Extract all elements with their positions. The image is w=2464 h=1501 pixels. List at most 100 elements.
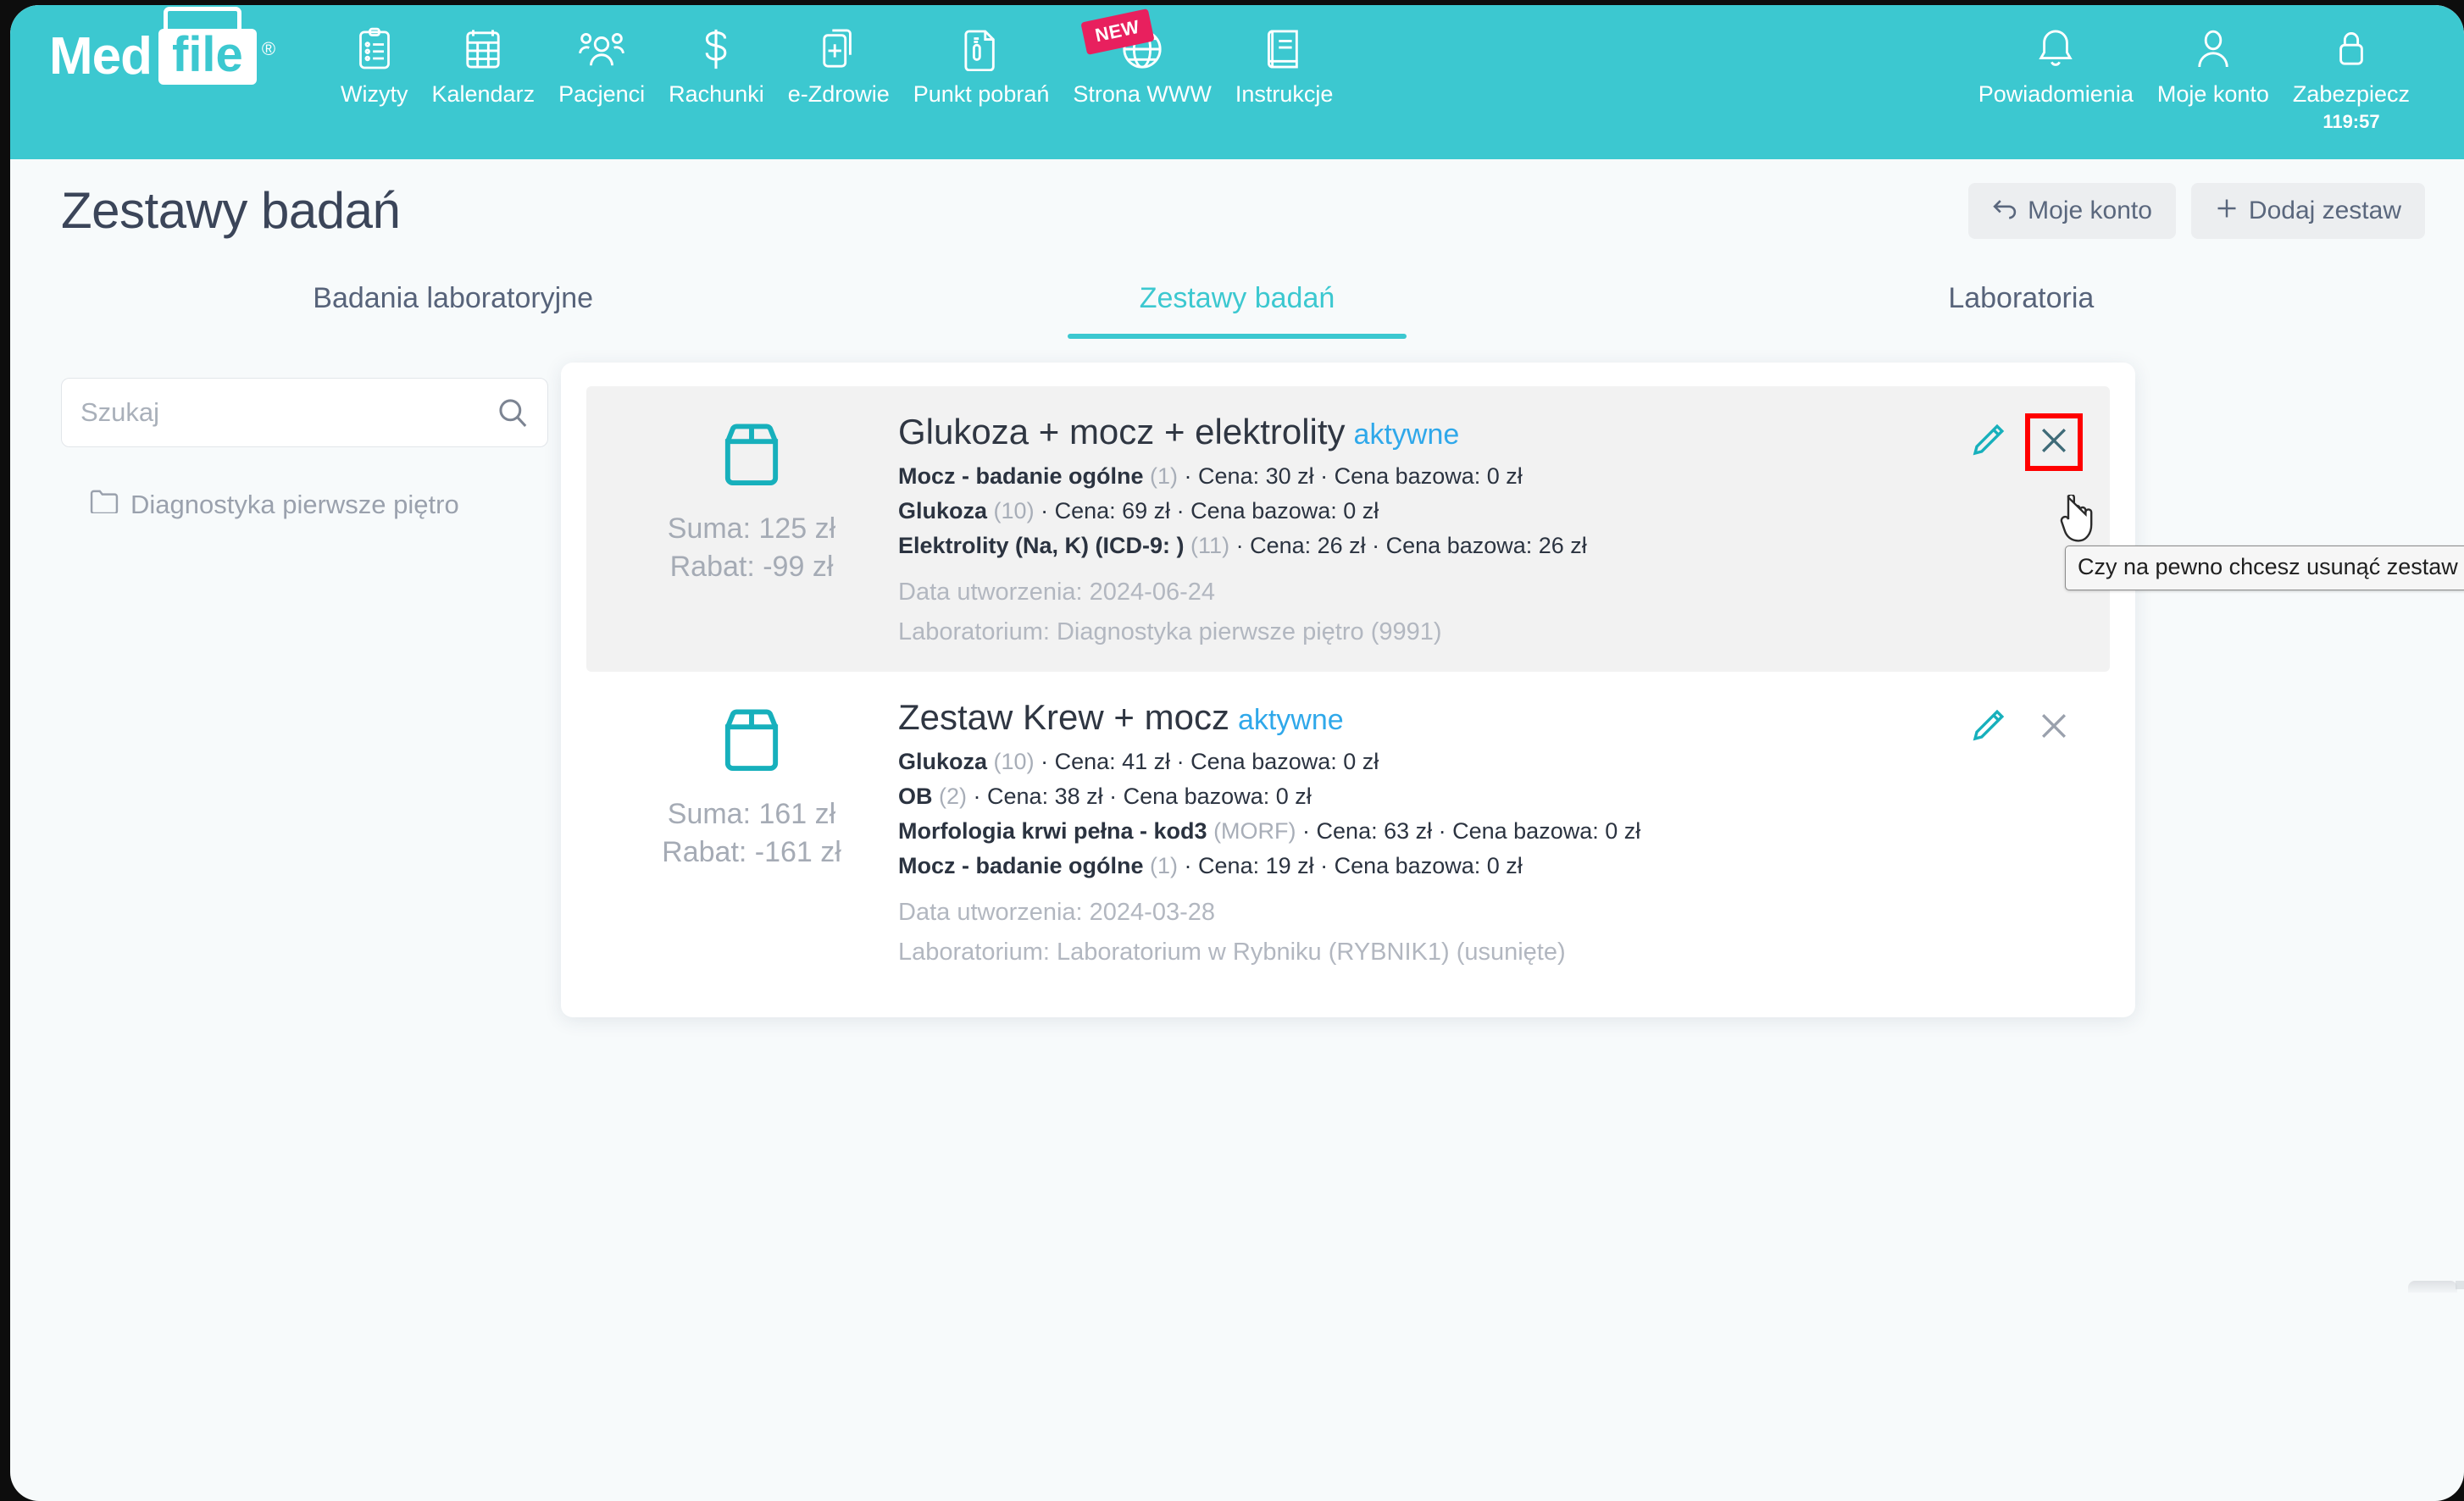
package-box-icon — [719, 706, 785, 778]
nav-label: Instrukcje — [1235, 81, 1334, 107]
bottom-right-edge-artifact — [2456, 1281, 2464, 1289]
nav-label: Zabezpiecz — [2292, 81, 2410, 107]
set-row[interactable]: Suma: 125 zł Rabat: -99 zł Glukoza + moc… — [586, 386, 2110, 673]
test-code: (2) — [939, 784, 968, 810]
nav-item-e-zdrowie[interactable]: e-Zdrowie — [776, 19, 902, 108]
test-code: (10) — [993, 749, 1035, 775]
nav-item-wizyty[interactable]: Wizyty — [329, 19, 419, 108]
nav-label: e-Zdrowie — [787, 81, 890, 107]
status-badge: aktywne — [1353, 418, 1460, 451]
primary-nav: Wizyty Kalendarz Pacjenci Rachunki e-Zdr… — [329, 8, 1346, 108]
bottom-right-widget-artifact — [2408, 1281, 2457, 1293]
page-title-bar: Zestawy badań Moje konto Dodaj zestaw — [10, 159, 2464, 248]
nav-label: Kalendarz — [431, 81, 536, 107]
edit-set-button[interactable] — [1962, 702, 2013, 753]
folder-icon — [90, 490, 119, 520]
edit-set-button[interactable] — [1962, 417, 2013, 468]
search-icon[interactable] — [497, 396, 529, 429]
sidebar-folder-diagnostyka[interactable]: Diagnostyka pierwsze piętro — [90, 490, 552, 520]
close-x-icon — [2035, 707, 2073, 749]
set-summary: Suma: 125 zł Rabat: -99 zł — [612, 412, 891, 646]
set-title-row: Glukoza + mocz + elektrolity aktywne — [898, 412, 1962, 452]
test-line: Mocz - badanie ogólne (1) · Cena: 30 zł … — [898, 459, 1962, 494]
set-summary: Suma: 161 zł Rabat: -161 zł — [612, 697, 891, 967]
test-price: · Cena: 30 zł · Cena bazowa: 0 zł — [1184, 463, 1523, 489]
test-name: Glukoza — [898, 498, 988, 524]
delete-set-button[interactable] — [2025, 413, 2083, 471]
my-account-button-label: Moje konto — [2028, 196, 2152, 224]
calendar-icon — [463, 25, 502, 73]
tab-laboratoria[interactable]: Laboratoria — [1629, 270, 2413, 339]
set-laboratory: Laboratorium: Laboratorium w Rybniku (RY… — [898, 939, 1566, 967]
nav-item-zabezpiecz[interactable]: Zabezpiecz 119:57 — [2281, 19, 2422, 133]
nav-label: Strona WWW — [1073, 81, 1212, 107]
add-set-button-label: Dodaj zestaw — [2248, 196, 2401, 224]
sidebar: Diagnostyka pierwsze piętro — [10, 351, 552, 1017]
test-tube-document-icon — [963, 25, 999, 73]
set-details: Zestaw Krew + mocz aktywne Glukoza (10) ·… — [891, 697, 1962, 967]
brand-logo[interactable]: Med file ® — [49, 7, 329, 85]
nav-item-pacjenci[interactable]: Pacjenci — [547, 19, 657, 108]
plus-icon — [2215, 197, 2239, 225]
brand-registered-mark: ® — [261, 38, 276, 59]
test-name: Glukoza — [898, 749, 988, 775]
test-line: Morfologia krwi pełna - kod3 (MORF) · Ce… — [898, 814, 1962, 849]
test-code: (11) — [1190, 533, 1230, 559]
test-price: · Cena: 19 zł · Cena bazowa: 0 zł — [1184, 853, 1523, 879]
sets-panel: Suma: 125 zł Rabat: -99 zł Glukoza + moc… — [561, 363, 2135, 1018]
close-x-icon — [2035, 422, 2073, 463]
set-discount: Rabat: -99 zł — [669, 551, 834, 583]
test-line: OB (2) · Cena: 38 zł · Cena bazowa: 0 zł — [898, 779, 1962, 814]
user-icon — [2195, 25, 2232, 73]
page-actions: Moje konto Dodaj zestaw — [1968, 182, 2425, 239]
search-input[interactable] — [62, 379, 547, 446]
test-price: · Cena: 69 zł · Cena bazowa: 0 zł — [1041, 498, 1379, 524]
set-actions — [1962, 412, 2083, 646]
page-body: Diagnostyka pierwsze piętro Suma: 125 zł… — [10, 339, 2464, 1018]
test-name: Mocz - badanie ogólne — [898, 463, 1144, 489]
test-name: Morfologia krwi pełna - kod3 — [898, 818, 1207, 845]
package-box-icon — [719, 420, 785, 492]
test-price: · Cena: 41 zł · Cena bazowa: 0 zł — [1041, 749, 1379, 775]
nav-label: Moje konto — [2156, 81, 2269, 107]
delete-confirm-tooltip: Czy na pewno chcesz usunąć zestaw badań? — [2065, 546, 2464, 590]
test-line: Glukoza (10) · Cena: 69 zł · Cena bazowa… — [898, 494, 1962, 529]
test-name: Elektrolity (Na, K) (ICD-9: ) — [898, 533, 1185, 559]
nav-item-instrukcje[interactable]: Instrukcje — [1224, 19, 1346, 108]
lock-icon — [2334, 25, 2369, 73]
tab-bar: Badania laboratoryjne Zestawy badań Labo… — [61, 248, 2413, 339]
nav-item-punkt-pobran[interactable]: Punkt pobrań — [902, 19, 1062, 108]
test-price: · Cena: 26 zł · Cena bazowa: 26 zł — [1235, 533, 1587, 559]
nav-label: Powiadomienia — [1978, 81, 2134, 107]
pencil-icon — [1967, 420, 2008, 465]
test-name: OB — [898, 784, 933, 810]
nav-item-rachunki[interactable]: Rachunki — [657, 19, 776, 108]
my-account-button[interactable]: Moje konto — [1968, 182, 2176, 239]
secondary-nav: Powiadomienia Moje konto Zabezpiecz 119:… — [1967, 19, 2422, 133]
set-created-date: Data utworzenia: 2024-03-28 — [898, 899, 1216, 927]
set-laboratory: Laboratorium: Diagnostyka pierwsze piętr… — [898, 618, 1442, 646]
health-card-icon — [819, 25, 858, 73]
session-timer: 119:57 — [2322, 111, 2380, 132]
set-details: Glukoza + mocz + elektrolity aktywne Mocz… — [891, 412, 1962, 646]
set-created-date: Data utworzenia: 2024-06-24 — [898, 579, 1216, 606]
nav-item-powiadomienia[interactable]: Powiadomienia — [1967, 19, 2145, 108]
brand-file-box: file — [158, 7, 257, 85]
tab-badania-laboratoryjne[interactable]: Badania laboratoryjne — [61, 270, 845, 339]
status-badge: aktywne — [1237, 704, 1344, 737]
test-line: Mocz - badanie ogólne (1) · Cena: 19 zł … — [898, 849, 1962, 883]
search-box[interactable] — [61, 378, 548, 447]
nav-item-kalendarz[interactable]: Kalendarz — [419, 19, 547, 108]
set-row[interactable]: Suma: 161 zł Rabat: -161 zł Zestaw Krew … — [586, 672, 2110, 992]
nav-item-strona-www[interactable]: NEW Strona WWW — [1061, 8, 1224, 108]
test-line: Glukoza (10) · Cena: 41 zł · Cena bazowa… — [898, 745, 1962, 779]
set-discount: Rabat: -161 zł — [662, 836, 841, 869]
app-header: Med file ® Wizyty Kalendarz Pacjenci Rac… — [10, 5, 2464, 159]
tab-zestawy-badan[interactable]: Zestawy badań — [845, 270, 1629, 339]
add-set-button[interactable]: Dodaj zestaw — [2190, 182, 2425, 239]
set-sum: Suma: 161 zł — [667, 798, 836, 831]
test-line: Elektrolity (Na, K) (ICD-9: ) (11) · Cen… — [898, 529, 1962, 563]
back-arrow-icon — [1992, 197, 2017, 224]
delete-set-button[interactable] — [2028, 702, 2079, 753]
nav-item-moje-konto[interactable]: Moje konto — [2145, 19, 2281, 108]
